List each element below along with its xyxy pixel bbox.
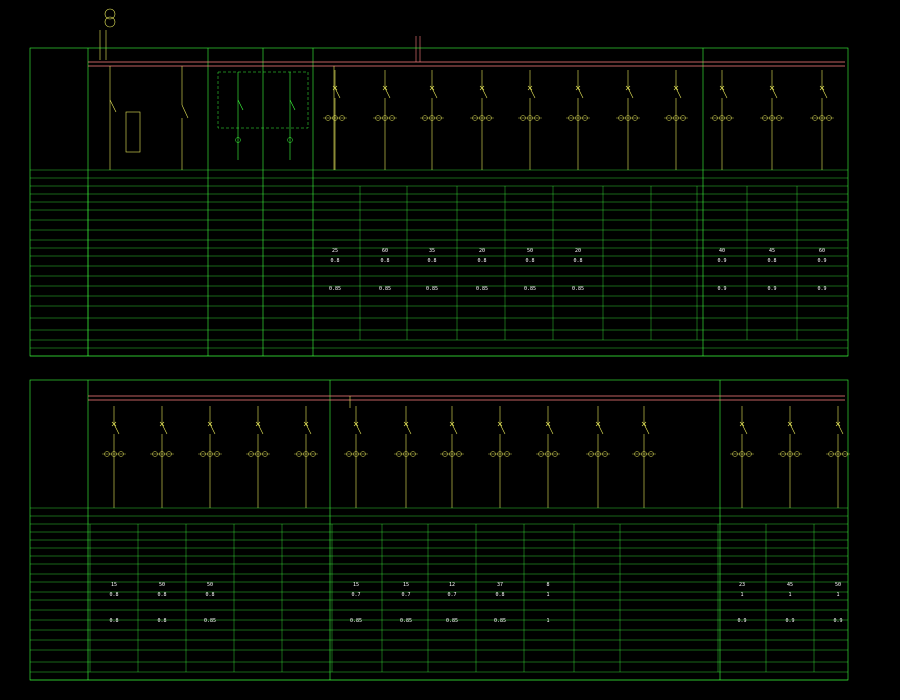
rated-current-value: 15 [403, 582, 409, 588]
rated-current-value: 20 [575, 248, 581, 254]
demand-factor-value: 0.85 [572, 286, 584, 292]
schematic-canvas: 25 0.8 0.85 60 0.8 0.85 35 0.8 0.85 20 0.8 0.85 50 0.… [29, 8, 850, 681]
power-factor-value: 0.9 [717, 258, 726, 264]
power-factor-value: 0.8 [427, 258, 436, 264]
breaker-contact-icon [355, 423, 362, 435]
power-factor-value: 0.8 [109, 592, 118, 598]
rated-current-value: 15 [111, 582, 117, 588]
coupler-breaker-icon [181, 104, 189, 119]
rated-current-value: 50 [835, 582, 841, 588]
demand-factor-value: 0.85 [494, 618, 506, 624]
power-factor-value: 0.8 [573, 258, 582, 264]
rated-current-value: 60 [819, 248, 825, 254]
power-factor-value: 0.7 [401, 592, 410, 598]
power-factor-value: 0.8 [330, 258, 339, 264]
breaker-contact-icon [675, 87, 682, 99]
demand-factor-value: 0.85 [329, 286, 341, 292]
demand-factor-value: 0.85 [524, 286, 536, 292]
demand-factor-value: 0.85 [379, 286, 391, 292]
breaker-contact-icon [161, 423, 168, 435]
panel2-frame [29, 379, 849, 681]
demand-factor-value: 0.9 [717, 286, 726, 292]
rated-current-value: 45 [787, 582, 793, 588]
demand-factor-value: 0.8 [109, 618, 118, 624]
breaker-contact-icon [643, 423, 650, 435]
breaker-contact-icon [481, 87, 488, 99]
breaker-contact-icon [821, 87, 828, 99]
rated-current-value: 23 [739, 582, 745, 588]
rated-current-value: 8 [546, 582, 549, 588]
demand-factor-value: 0.8 [157, 618, 166, 624]
power-factor-value: 0.8 [380, 258, 389, 264]
breaker-contact-icon [771, 87, 778, 99]
breaker-contact-icon [405, 423, 412, 435]
breaker-contact-icon [529, 87, 536, 99]
capacitor-breaker-icon [237, 99, 244, 111]
metering-box [125, 111, 141, 153]
breaker-contact-icon [627, 87, 634, 99]
power-factor-value: 1 [546, 592, 549, 598]
power-factor-value: 1 [740, 592, 743, 598]
demand-factor-value: 0.9 [833, 618, 842, 624]
power-factor-value: 0.9 [817, 258, 826, 264]
breaker-contact-icon [499, 423, 506, 435]
power-factor-value: 0.8 [205, 592, 214, 598]
transformer-icon [104, 8, 116, 20]
breaker-contact-icon [451, 423, 458, 435]
power-factor-value: 1 [788, 592, 791, 598]
rated-current-value: 35 [429, 248, 435, 254]
breaker-contact-icon [384, 87, 391, 99]
breaker-contact-icon [789, 423, 796, 435]
rated-current-value: 60 [382, 248, 388, 254]
breaker-contact-icon [741, 423, 748, 435]
capacitor-breaker-icon [289, 99, 296, 111]
rated-current-value: 45 [769, 248, 775, 254]
power-factor-value: 1 [836, 592, 839, 598]
demand-factor-value: 1 [546, 618, 549, 624]
rated-current-value: 15 [353, 582, 359, 588]
incomer-breaker-icon [109, 99, 117, 113]
rated-current-value: 40 [719, 248, 725, 254]
rated-current-value: 20 [479, 248, 485, 254]
transformer-icon [104, 16, 116, 28]
breaker-contact-icon [577, 87, 584, 99]
breaker-contact-icon [547, 423, 554, 435]
rated-current-value: 50 [159, 582, 165, 588]
breaker-contact-icon [334, 87, 341, 99]
demand-factor-value: 0.9 [737, 618, 746, 624]
power-factor-value: 0.7 [447, 592, 456, 598]
power-factor-value: 0.8 [767, 258, 776, 264]
rated-current-value: 37 [497, 582, 503, 588]
breaker-contact-icon [837, 423, 844, 435]
rated-current-value: 50 [527, 248, 533, 254]
rated-current-value: 25 [332, 248, 338, 254]
demand-factor-value: 0.85 [350, 618, 362, 624]
demand-factor-value: 0.9 [767, 286, 776, 292]
demand-factor-value: 0.85 [476, 286, 488, 292]
demand-factor-value: 0.9 [817, 286, 826, 292]
power-factor-value: 0.8 [477, 258, 486, 264]
rated-current-value: 50 [207, 582, 213, 588]
breaker-contact-icon [721, 87, 728, 99]
breaker-contact-icon [431, 87, 438, 99]
demand-factor-value: 0.85 [426, 286, 438, 292]
power-factor-value: 0.8 [157, 592, 166, 598]
demand-factor-value: 0.85 [204, 618, 216, 624]
breaker-contact-icon [257, 423, 264, 435]
breaker-contact-icon [209, 423, 216, 435]
breaker-contact-icon [113, 423, 120, 435]
power-factor-value: 0.8 [525, 258, 534, 264]
breaker-contact-icon [597, 423, 604, 435]
power-factor-value: 0.8 [495, 592, 504, 598]
power-factor-value: 0.7 [351, 592, 360, 598]
breaker-contact-icon [305, 423, 312, 435]
rated-current-value: 12 [449, 582, 455, 588]
demand-factor-value: 0.85 [446, 618, 458, 624]
demand-factor-value: 0.9 [785, 618, 794, 624]
demand-factor-value: 0.85 [400, 618, 412, 624]
